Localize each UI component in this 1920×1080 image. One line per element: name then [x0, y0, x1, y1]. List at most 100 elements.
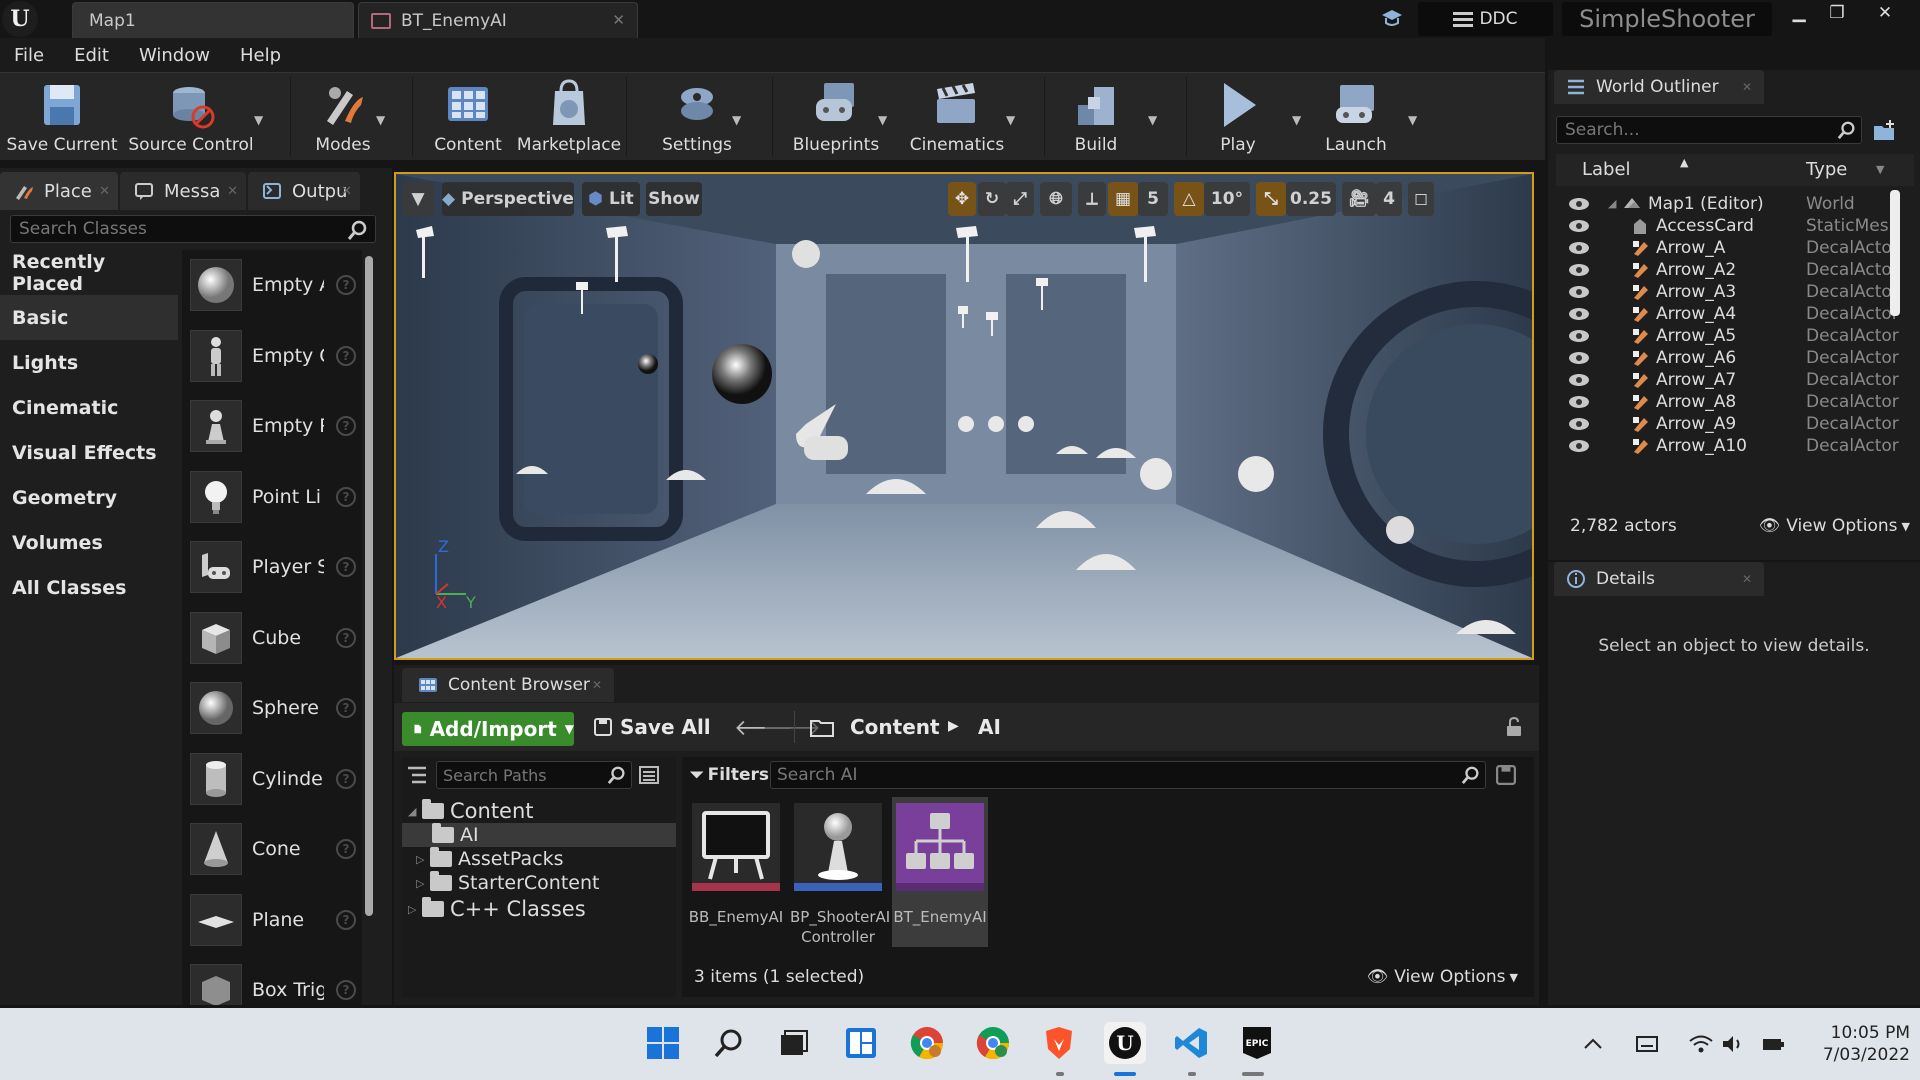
build-button[interactable]: Build — [1056, 73, 1136, 161]
lock-icon[interactable] — [1505, 717, 1523, 737]
cinematics-dropdown-icon[interactable]: ▼ — [1006, 113, 1020, 127]
help-icon[interactable]: ? — [336, 557, 356, 578]
column-label[interactable]: Label — [1582, 159, 1631, 180]
asset-plane[interactable]: Plane ? — [182, 885, 362, 956]
cinematics-button[interactable]: Cinematics — [904, 73, 1010, 161]
world-space-icon[interactable]: 🌐︎ — [1040, 182, 1072, 216]
tab-map1[interactable]: Map1 — [72, 2, 354, 38]
asset-empty-character[interactable]: Empty C ? — [182, 321, 362, 392]
help-icon[interactable]: ? — [336, 839, 356, 860]
rotate-tool-icon[interactable]: ↻ — [978, 182, 1006, 216]
category-volumes[interactable]: Volumes — [0, 520, 178, 565]
collapsed-arrow-icon[interactable]: ▷ — [416, 877, 430, 890]
tab-output-log[interactable]: Outpu ✕ — [248, 172, 360, 210]
asset-list-scrollbar[interactable] — [365, 256, 373, 916]
marketplace-button[interactable]: Marketplace — [516, 73, 622, 161]
asset-point-light[interactable]: Point Li ? — [182, 462, 362, 533]
wifi-icon[interactable] — [1688, 1032, 1714, 1056]
source-control-button[interactable]: Source Control — [128, 73, 254, 161]
help-icon[interactable]: ? — [336, 909, 356, 930]
visibility-eye-icon[interactable] — [1568, 373, 1590, 387]
tab-content-browser[interactable]: Content Browser ✕ — [402, 668, 614, 702]
camera-speed-value[interactable]: 4 — [1376, 182, 1402, 216]
breadcrumb-ai[interactable]: AI — [978, 715, 1001, 739]
tab-message-log[interactable]: Messa ✕ — [120, 172, 246, 210]
save-current-button[interactable]: Save Current — [7, 73, 118, 161]
visibility-eye-icon[interactable] — [1568, 241, 1590, 255]
sources-toggle-icon[interactable] — [406, 765, 428, 785]
tree-item-cpp-classes[interactable]: ▷ C++ Classes — [408, 897, 586, 921]
show-hidden-icons-icon[interactable] — [1580, 1032, 1606, 1056]
visibility-eye-icon[interactable] — [1568, 285, 1590, 299]
play-dropdown-icon[interactable]: ▼ — [1292, 113, 1306, 127]
tab-details[interactable]: Details ✕ — [1554, 562, 1764, 596]
play-button[interactable]: Play — [1198, 73, 1278, 161]
rotation-snap-value[interactable]: 10° — [1204, 182, 1250, 216]
source-control-dropdown-icon[interactable]: ▼ — [254, 113, 268, 127]
asset-cylinder[interactable]: Cylinder ? — [182, 744, 362, 815]
menu-help[interactable]: Help — [240, 45, 281, 66]
clock[interactable]: 10:05 PM 7/03/2022 — [1800, 1022, 1910, 1066]
expanded-arrow-icon[interactable]: ◢ — [1608, 197, 1616, 210]
maximize-viewport-icon[interactable]: ◻ — [1408, 182, 1434, 216]
launch-button[interactable]: Launch — [1316, 73, 1396, 161]
tab-place[interactable]: Place ✕ — [0, 172, 118, 210]
search-assets-input[interactable]: Search AI — [770, 761, 1486, 789]
rotation-snap-icon[interactable]: △ — [1174, 182, 1204, 216]
close-icon[interactable]: ✕ — [227, 184, 238, 199]
blueprints-button[interactable]: Blueprints — [788, 73, 884, 161]
restore-icon[interactable]: ❐ — [1818, 0, 1856, 26]
asset-empty-actor[interactable]: Empty A ? — [182, 250, 362, 321]
close-icon[interactable]: ✕ — [612, 11, 625, 29]
breadcrumb-content[interactable]: Content — [850, 715, 940, 739]
outliner-row[interactable]: Arrow_A10 DecalActor — [1556, 432, 1900, 459]
add-import-button[interactable]: Add/Import ▼ — [402, 712, 574, 746]
expanded-arrow-icon[interactable]: ◢ — [408, 805, 422, 818]
volume-icon[interactable] — [1720, 1032, 1746, 1056]
learn-icon[interactable] — [1380, 7, 1404, 29]
close-icon[interactable]: ✕ — [99, 184, 110, 199]
asset-tile-bp-shooteraicontroller[interactable]: BP_ShooterAI Controller — [790, 797, 890, 947]
asset-tile-bt-enemyai[interactable]: BT_EnemyAI — [892, 797, 988, 947]
modes-button[interactable]: Modes — [300, 73, 386, 161]
launch-dropdown-icon[interactable]: ▼ — [1408, 113, 1422, 127]
close-icon[interactable]: ✕ — [341, 184, 352, 199]
visibility-eye-icon[interactable] — [1568, 329, 1590, 343]
build-dropdown-icon[interactable]: ▼ — [1148, 113, 1162, 127]
visibility-eye-icon[interactable] — [1568, 439, 1590, 453]
close-icon[interactable]: ✕ — [1742, 572, 1752, 586]
asset-cone[interactable]: Cone ? — [182, 814, 362, 885]
search-paths-input[interactable]: Search Paths — [436, 761, 632, 789]
category-basic[interactable]: Basic — [0, 295, 178, 340]
help-icon[interactable]: ? — [336, 627, 356, 648]
menu-edit[interactable]: Edit — [74, 45, 109, 66]
level-viewport[interactable]: Z X Y ▼ ◆ Perspective ⬢ Lit Show ✥ ↻ ⤢ 🌐︎ … — [394, 172, 1534, 660]
asset-sphere[interactable]: Sphere ? — [182, 673, 362, 744]
scale-snap-icon[interactable]: ⤡ — [1256, 182, 1286, 216]
help-icon[interactable]: ? — [336, 345, 356, 366]
filters-button[interactable]: ⏷ Filters ▼ — [690, 761, 782, 789]
menu-file[interactable]: File — [14, 45, 44, 66]
help-icon[interactable]: ? — [336, 980, 356, 1001]
visibility-eye-icon[interactable] — [1568, 417, 1590, 431]
outliner-view-options-button[interactable]: 👁︎ View Options ▼ — [1759, 516, 1910, 536]
visibility-eye-icon[interactable] — [1568, 395, 1590, 409]
show-button[interactable]: Show — [646, 182, 702, 216]
close-window-icon[interactable]: ✕ — [1866, 0, 1904, 26]
save-all-button[interactable]: Save All — [594, 715, 711, 739]
tab-world-outliner[interactable]: World Outliner ✕ — [1554, 70, 1764, 104]
category-lights[interactable]: Lights — [0, 340, 178, 385]
tree-item-startercontent[interactable]: ▷ StarterContent — [416, 871, 599, 895]
settings-dropdown-icon[interactable]: ▼ — [732, 113, 746, 127]
category-visual-effects[interactable]: Visual Effects — [0, 430, 178, 475]
save-search-icon[interactable] — [1496, 765, 1516, 785]
menu-window[interactable]: Window — [139, 45, 210, 66]
viewport-scene[interactable]: Z X Y — [396, 174, 1532, 658]
create-folder-icon[interactable] — [1872, 118, 1898, 142]
battery-icon[interactable] — [1760, 1032, 1786, 1056]
minimize-icon[interactable]: ▁ — [1780, 0, 1818, 26]
help-icon[interactable]: ? — [336, 698, 356, 719]
tree-item-content[interactable]: ◢ Content — [408, 799, 534, 823]
help-icon[interactable]: ? — [336, 768, 356, 789]
outliner-scrollbar[interactable] — [1890, 190, 1900, 316]
